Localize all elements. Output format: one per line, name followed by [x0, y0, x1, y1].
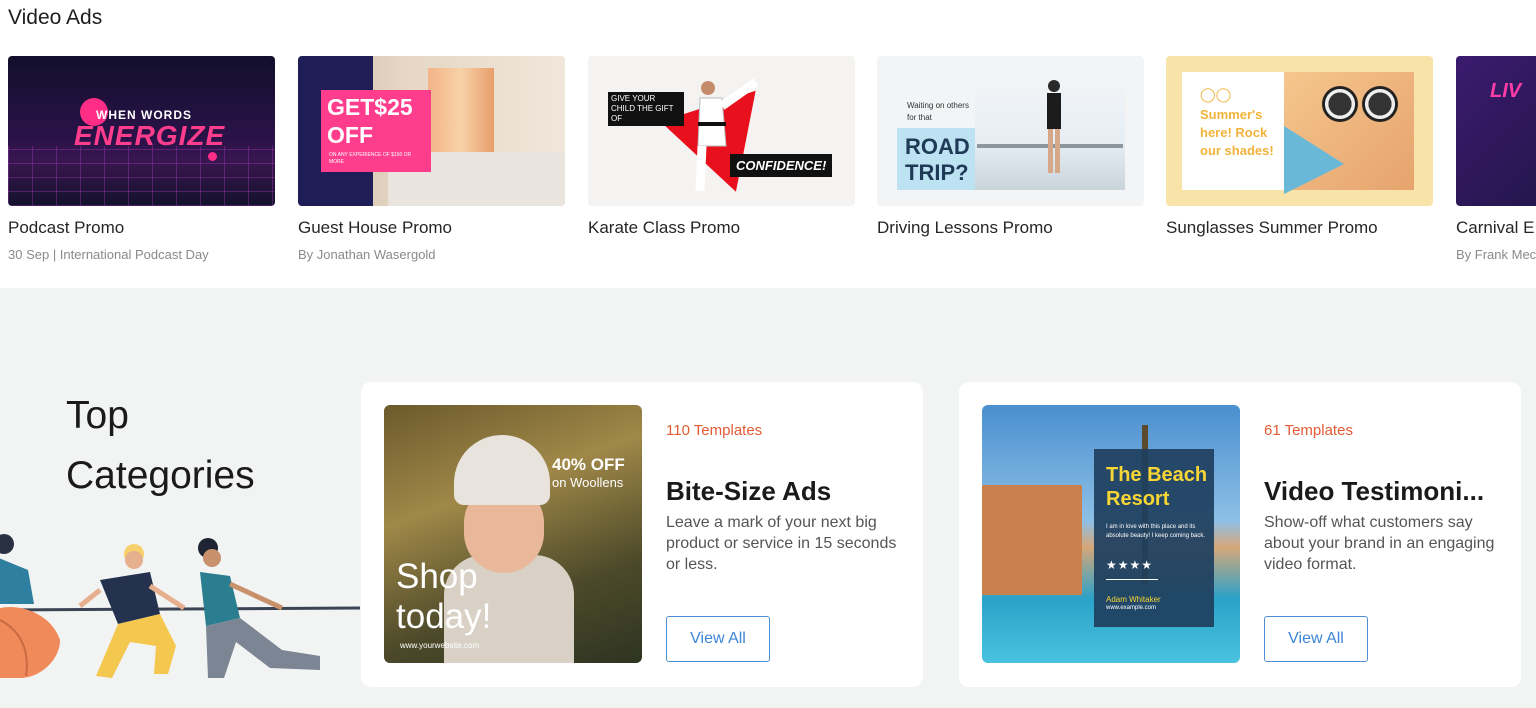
image-text: I am in love with this place and its abs… [1106, 524, 1206, 539]
thumb-text: CONFIDENCE! [730, 154, 833, 177]
thumb-text: ROAD [905, 134, 970, 159]
image-text: Adam Whitaker [1106, 595, 1161, 604]
image-text: Shop [396, 557, 478, 596]
card-subtitle: 30 Sep | International Podcast Day [8, 247, 209, 262]
card-title[interactable]: Sunglasses Summer Promo [1166, 218, 1378, 238]
image-text: on Woollens [552, 475, 624, 490]
card-title[interactable]: Driving Lessons Promo [877, 218, 1053, 238]
thumb-text: OFF [327, 122, 373, 148]
video-ads-carousel: WHEN WORDS ENERGIZE Podcast Promo 30 Sep… [8, 56, 1536, 276]
template-thumbnail[interactable]: WHEN WORDS ENERGIZE [8, 56, 275, 206]
image-text: www.example.com [1106, 605, 1157, 611]
card-subtitle: By Jonathan Wasergold [298, 247, 436, 262]
template-thumbnail[interactable]: Waiting on others for that ROAD TRIP? [877, 56, 1144, 206]
template-count: 110 Templates [666, 422, 763, 439]
template-thumbnail[interactable]: ◯◯ Summer's here! Rock our shades! [1166, 56, 1433, 206]
thumb-text: ON ANY EXPERIENCE OF $150 OR MORE [329, 152, 412, 165]
template-card-guest-house-promo[interactable]: GET$25 OFF ON ANY EXPERIENCE OF $150 OR … [298, 56, 565, 262]
category-description: Leave a mark of your next big product or… [666, 514, 897, 573]
top-categories-heading: Top Categories [66, 394, 255, 497]
thumb-text: LIV [1490, 80, 1522, 102]
view-all-button[interactable]: View All [666, 616, 770, 662]
category-card-bite-size-ads[interactable]: 40% OFF on Woollens Shop today! www.your… [361, 382, 923, 687]
image-text: The Beach Resort [1106, 464, 1208, 510]
thumb-text: Summer's here! Rock our shades! [1200, 107, 1274, 158]
sunglasses-icon: ◯◯ [1200, 86, 1232, 102]
image-text: 40% OFF [552, 455, 625, 474]
category-card-video-testimonials[interactable]: The Beach Resort I am in love with this … [959, 382, 1521, 687]
thumb-text: Waiting on others for that [907, 101, 969, 122]
category-title[interactable]: Video Testimoni... [1264, 476, 1484, 507]
template-count: 61 Templates [1264, 422, 1353, 439]
card-title[interactable]: Podcast Promo [8, 218, 124, 238]
category-image[interactable]: The Beach Resort I am in love with this … [982, 405, 1240, 663]
template-card-sunglasses-summer-promo[interactable]: ◯◯ Summer's here! Rock our shades! Sungl… [1166, 56, 1433, 237]
card-title[interactable]: Guest House Promo [298, 218, 452, 238]
category-title[interactable]: Bite-Size Ads [666, 476, 831, 507]
thumb-text: GIVE YOUR CHILD THE GIFT OF [608, 92, 684, 126]
thumb-text: GET$25 [327, 94, 413, 120]
card-title[interactable]: Carnival E [1456, 218, 1534, 238]
person-illustration [1047, 80, 1061, 173]
template-card-podcast-promo[interactable]: WHEN WORDS ENERGIZE Podcast Promo 30 Sep… [8, 56, 275, 262]
star-rating-icon: ★★★★ [1106, 558, 1154, 572]
tug-of-war-illustration [0, 534, 361, 678]
view-all-button[interactable]: View All [1264, 616, 1368, 662]
template-thumbnail[interactable]: LIV [1456, 56, 1536, 206]
category-image[interactable]: 40% OFF on Woollens Shop today! www.your… [384, 405, 642, 663]
karate-figure-illustration [695, 78, 758, 192]
card-subtitle: By Frank Mec [1456, 247, 1536, 262]
thumb-text: TRIP? [905, 160, 969, 185]
thumb-text: ENERGIZE [74, 120, 226, 151]
template-card-carnival[interactable]: LIV Carnival E By Frank Mec [1456, 56, 1536, 262]
template-thumbnail[interactable]: GET$25 OFF ON ANY EXPERIENCE OF $150 OR … [298, 56, 565, 206]
card-title[interactable]: Karate Class Promo [588, 218, 740, 238]
image-text: www.yourwebsite.com [400, 641, 480, 650]
image-text: today! [396, 597, 492, 636]
category-description: Show-off what customers say about your b… [1264, 514, 1495, 573]
template-card-karate-class-promo[interactable]: GIVE YOUR CHILD THE GIFT OF CONFIDENCE! … [588, 56, 855, 237]
template-card-driving-lessons-promo[interactable]: Waiting on others for that ROAD TRIP? Dr… [877, 56, 1144, 237]
template-thumbnail[interactable]: GIVE YOUR CHILD THE GIFT OF CONFIDENCE! [588, 56, 855, 206]
section-title-video-ads: Video Ads [8, 6, 103, 29]
